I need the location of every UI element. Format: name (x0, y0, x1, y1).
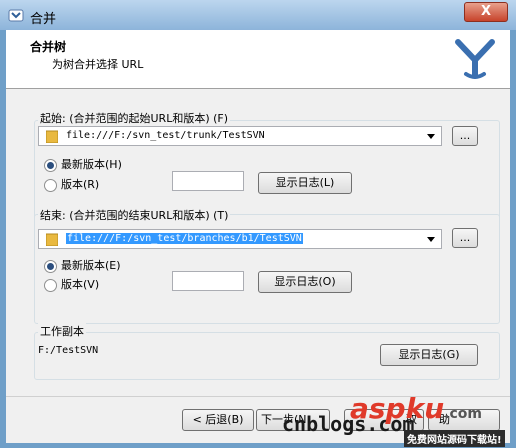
end-group-label: 结束: (合并范围的结束URL和版本) (T) (38, 207, 231, 223)
start-revision-option[interactable]: 版本(R) (44, 176, 99, 192)
wizard-header: 合并树 为树合并选择 URL (6, 30, 510, 89)
chevron-down-icon[interactable] (427, 237, 435, 242)
close-button[interactable]: X (464, 2, 508, 22)
tortoisesvn-app-icon (8, 9, 24, 22)
end-show-log-button[interactable]: 显示日志(O) (258, 271, 352, 293)
end-browse-button[interactable]: ... (452, 228, 478, 248)
radio-checked-icon[interactable] (44, 158, 57, 172)
working-copy-show-log-button[interactable]: 显示日志(G) (380, 344, 478, 366)
merge-tree-icon (455, 39, 495, 79)
start-latest-label: 最新版本(H) (61, 158, 122, 171)
end-url-combobox[interactable]: file:///F:/svn_test/branches/b1/TestSVN (38, 229, 442, 249)
radio-unchecked-icon[interactable] (44, 178, 57, 192)
back-button[interactable]: < 后退(B) (182, 409, 254, 431)
end-latest-option[interactable]: 最新版本(E) (44, 257, 121, 273)
radio-checked-icon[interactable] (44, 259, 57, 273)
radio-unchecked-icon[interactable] (44, 278, 57, 292)
wizard-subtitle: 为树合并选择 URL (52, 58, 144, 71)
start-revision-input[interactable] (172, 171, 244, 191)
chevron-down-icon[interactable] (427, 134, 435, 139)
start-group-label: 起始: (合并范围的起始URL和版本) (F) (38, 110, 231, 126)
help-label-visible-part: 助 (439, 413, 450, 426)
end-revision-input[interactable] (172, 271, 244, 291)
start-revision-label: 版本(R) (61, 178, 100, 191)
working-copy-label: 工作副本 (38, 323, 86, 339)
folder-icon (46, 233, 58, 246)
start-browse-button[interactable]: ... (452, 126, 478, 146)
end-revision-option[interactable]: 版本(V) (44, 276, 99, 292)
start-show-log-button[interactable]: 显示日志(L) (258, 172, 352, 194)
start-url-value: file:///F:/svn_test/trunk/TestSVN (66, 130, 265, 141)
end-revision-label: 版本(V) (61, 278, 100, 291)
wizard-title: 合并树 (30, 40, 67, 54)
start-url-combobox[interactable]: file:///F:/svn_test/trunk/TestSVN (38, 126, 442, 146)
wizard-footer: < 后退(B) 下一步(N 取 助 (6, 396, 510, 443)
window-titlebar[interactable]: 合并 X (0, 0, 516, 30)
working-copy-path: F:/TestSVN (38, 345, 99, 356)
cancel-button[interactable]: 取 (344, 409, 424, 431)
window-title: 合并 (30, 12, 57, 27)
start-latest-option[interactable]: 最新版本(H) (44, 156, 122, 172)
merge-wizard-dialog: 合并树 为树合并选择 URL 起始: (合并范围的起始URL和版本) (F) f… (6, 30, 510, 443)
next-button[interactable]: 下一步(N (256, 409, 330, 431)
end-latest-label: 最新版本(E) (61, 259, 121, 272)
cancel-label-visible-part: 取 (406, 413, 417, 426)
folder-icon (46, 130, 58, 143)
end-url-value: file:///F:/svn_test/branches/b1/TestSVN (66, 233, 303, 244)
help-button[interactable]: 助 (428, 409, 500, 431)
